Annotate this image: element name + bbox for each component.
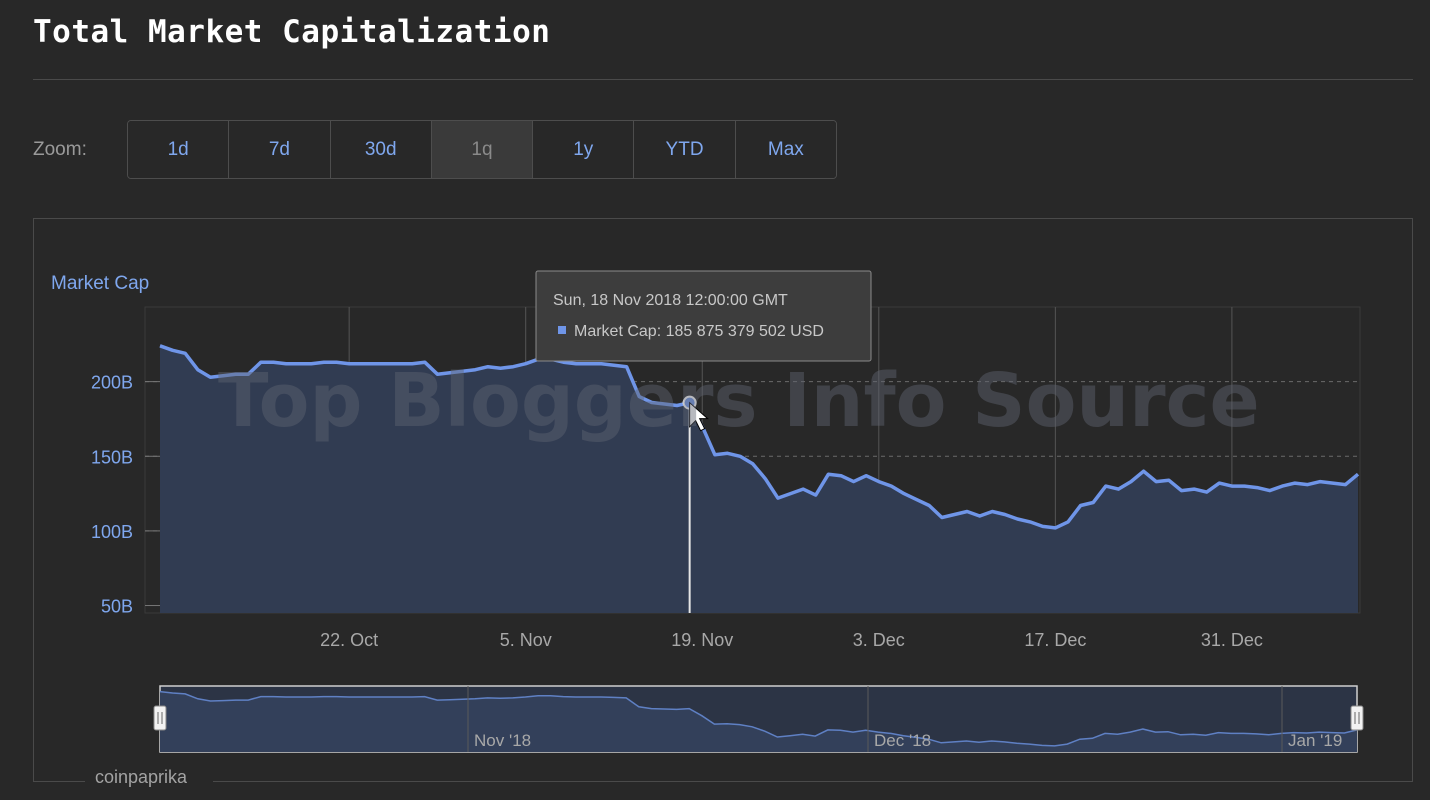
tooltip-box (535, 270, 872, 362)
navigator-label: Nov '18 (474, 731, 531, 750)
market-cap-chart[interactable]: 50B 100B 150B 200B 22. Oct 5. Nov 19. Nov 3. De… (0, 0, 1430, 800)
x-tick-label: 19. Nov (671, 630, 733, 650)
series-area (160, 345, 1358, 613)
y-axis-title: Market Cap (51, 273, 149, 294)
tooltip-series-marker (558, 326, 566, 334)
navigator-label: Jan '19 (1288, 731, 1342, 750)
tooltip-series-label: Market Cap: (574, 323, 661, 340)
tooltip-date: Sun, 18 Nov 2018 12:00:00 GMT (553, 292, 788, 309)
y-tick-label: 50B (101, 597, 133, 617)
x-tick-label: 5. Nov (500, 630, 552, 650)
y-tick-label: 150B (91, 447, 133, 467)
x-tick-label: 17. Dec (1024, 630, 1086, 650)
navigator-label: Dec '18 (874, 731, 931, 750)
x-tick-label: 22. Oct (320, 630, 378, 650)
navigator-left-handle[interactable] (153, 705, 167, 731)
tooltip-value: 185 875 379 502 USD (666, 323, 824, 340)
x-tick-label: 3. Dec (853, 630, 905, 650)
y-tick-label: 200B (91, 373, 133, 393)
tooltip-value-line: Market Cap: 185 875 379 502 USD (574, 323, 824, 340)
credits-link[interactable]: coinpaprika (95, 767, 187, 788)
navigator-right-handle[interactable] (1350, 705, 1364, 731)
x-tick-label: 31. Dec (1201, 630, 1263, 650)
y-tick-label: 100B (91, 522, 133, 542)
